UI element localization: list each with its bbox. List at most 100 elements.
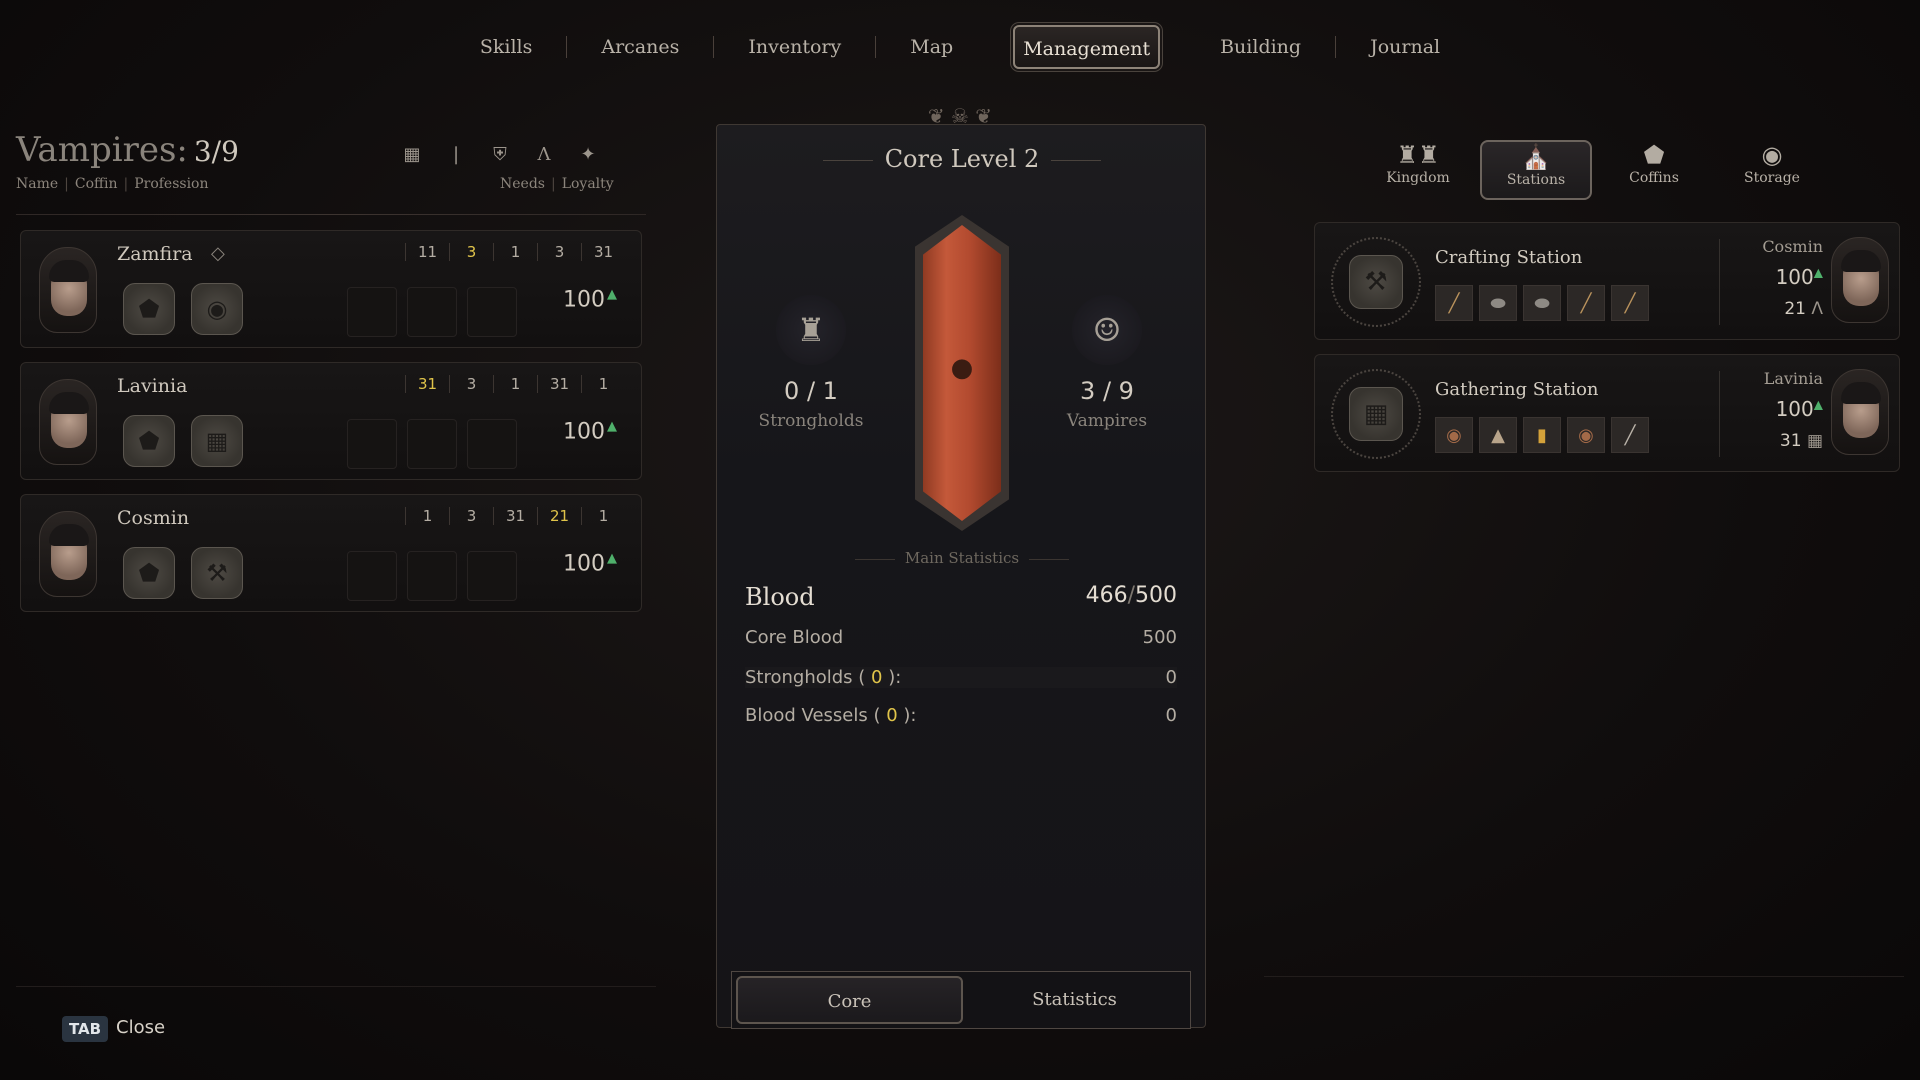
shield-icon[interactable]: ⛨ [488,142,512,166]
book-icon[interactable]: ▦ [400,142,424,166]
compass-icon[interactable]: Λ [532,142,556,166]
sort-icons: ▦ ❘ ⛨ Λ ✦ [400,142,600,166]
blood-value: 466/500 [1085,583,1177,608]
assignee-loyalty: 100▲ [1775,397,1823,421]
need-slot[interactable] [407,419,457,469]
vampires-count: 3/9 [193,135,239,168]
stat-label: Strongholds ( 0 ): [745,667,902,688]
tab-coffins[interactable]: ⬟ Coffins [1598,140,1710,200]
item-icon[interactable]: ◉ [1567,417,1605,453]
coffin-icon[interactable]: ⬟ [123,547,175,599]
basket-icon[interactable]: ▦ [191,415,243,467]
coffin-icon[interactable]: ⬟ [123,283,175,335]
strongholds-label: Strongholds [758,411,864,431]
vampire-name: Lavinia [117,375,188,397]
loyalty-value: 100 ▲ [563,551,617,577]
need-slot[interactable] [347,419,397,469]
tab-inventory[interactable]: Inventory [714,25,875,69]
close-label[interactable]: Close [116,1017,165,1038]
tab-skills[interactable]: Skills [446,25,567,69]
stat-value: 0 [1165,667,1177,688]
item-icon[interactable]: ╱ [1611,417,1649,453]
tab-storage[interactable]: ◉ Storage [1716,140,1828,200]
basket-icon: ▦ [1349,387,1403,441]
need-slot[interactable] [407,287,457,337]
sort-coffin[interactable]: Coffin [75,176,118,196]
station-name: Crafting Station [1435,247,1583,268]
strongholds-stat: ♜ 0 / 1 Strongholds [731,295,891,431]
blood-drop-icon[interactable]: ◉ [191,283,243,335]
item-icon[interactable]: ╱ [1567,285,1605,321]
need-slot[interactable] [347,551,397,601]
stat-value: 1 [493,243,537,261]
column-labels: Name | Coffin | Profession Needs | Loyalty [16,176,646,196]
sort-needs[interactable]: Needs [500,176,545,192]
stat-label: Core Blood [745,627,844,648]
need-slot[interactable] [467,419,517,469]
item-icon[interactable]: ▲ [1479,417,1517,453]
stat-value: 31 [581,243,625,261]
avatar [39,511,97,597]
core-panel: Core Level 2 ♜ 0 / 1 Strongholds ● ☺ 3 /… [716,124,1206,1029]
need-slot[interactable] [407,551,457,601]
stat-value: 1 [581,375,625,393]
tab-stations[interactable]: ⛪ Stations [1480,140,1592,200]
tab-statistics[interactable]: Statistics [963,976,1186,1024]
loyalty-up-icon: ▲ [607,419,617,434]
loyalty-up-icon: ▲ [607,551,617,566]
item-icon[interactable]: ⬬ [1523,285,1561,321]
item-icon[interactable]: ◉ [1435,417,1473,453]
sort-loyalty[interactable]: Loyalty [562,176,614,192]
stat-value: 31 [493,507,537,525]
assignee-loyalty: 100▲ [1775,265,1823,289]
vampires-label: Vampires [1066,411,1148,431]
station-medal: ▦ [1331,369,1421,459]
item-icon[interactable]: ▮ [1523,417,1561,453]
station-items: ◉ ▲ ▮ ◉ ╱ [1435,417,1649,453]
stat-value: 31 [405,375,449,393]
blood-core-crystal[interactable]: ● [915,215,1009,531]
station-icon: ⛪ [1521,143,1551,171]
vampire-card-zamfira[interactable]: Zamfira ◇ 11 3 1 3 31 ⬟ ◉ 100 ▲ [20,230,642,348]
tab-journal[interactable]: Journal [1336,25,1474,69]
core-tabs: Core Statistics [731,971,1191,1029]
gathering-station-card[interactable]: ▦ Gathering Station ◉ ▲ ▮ ◉ ╱ Lavinia 10… [1314,354,1900,472]
loyalty-up-icon: ▲ [607,287,617,302]
crafting-station-card[interactable]: ⚒ Crafting Station ╱ ⬬ ⬬ ╱ ╱ Cosmin 100▲… [1314,222,1900,340]
item-icon[interactable]: ⬬ [1479,285,1517,321]
fork-icon[interactable]: ❘ [444,142,468,166]
sort-name[interactable]: Name [16,176,58,196]
avatar[interactable] [1831,237,1889,323]
coffin-icon[interactable]: ⬟ [123,415,175,467]
tab-arcanes[interactable]: Arcanes [567,25,713,69]
assignee-name: Lavinia [1763,369,1823,388]
tab-management[interactable]: Management [1013,25,1161,69]
need-slot[interactable] [467,551,517,601]
tab-building[interactable]: Building [1186,25,1335,69]
vampires-panel: Vampires: 3/9 ▦ ❘ ⛨ Λ ✦ Name | Coffin | Pr… [16,130,646,612]
tab-kingdom[interactable]: ♜♜ Kingdom [1362,140,1474,200]
pickaxe-icon[interactable]: ⚒ [191,547,243,599]
diamond-icon: ◇ [211,243,225,264]
tab-key-hint[interactable]: TAB [62,1016,108,1042]
sort-profession[interactable]: Profession [134,176,208,196]
strongholds-row: Strongholds ( 0 ): 0 [745,667,1177,688]
need-slot[interactable] [347,287,397,337]
item-icon[interactable]: ╱ [1435,285,1473,321]
station-name: Gathering Station [1435,379,1599,400]
vampire-card-cosmin[interactable]: Cosmin 1 3 31 21 1 ⬟ ⚒ 100 ▲ [20,494,642,612]
need-slot[interactable] [467,287,517,337]
assignee-skill: 21 Λ [1784,299,1823,319]
avatar [39,247,97,333]
avatar[interactable] [1831,369,1889,455]
vampire-silhouette-icon: ☺ [1072,295,1142,365]
blood-drop-icon: ● [950,353,974,383]
vampire-card-lavinia[interactable]: Lavinia 31 3 1 31 1 ⬟ ▦ 100 ▲ [20,362,642,480]
sun-icon[interactable]: ✦ [576,142,600,166]
vampires-stat: ☺ 3 / 9 Vampires [1027,295,1187,431]
vampire-name: Zamfira [117,243,193,265]
strongholds-value: 0 / 1 [784,377,838,405]
tab-map[interactable]: Map [876,25,987,69]
tab-core[interactable]: Core [736,976,963,1024]
item-icon[interactable]: ╱ [1611,285,1649,321]
